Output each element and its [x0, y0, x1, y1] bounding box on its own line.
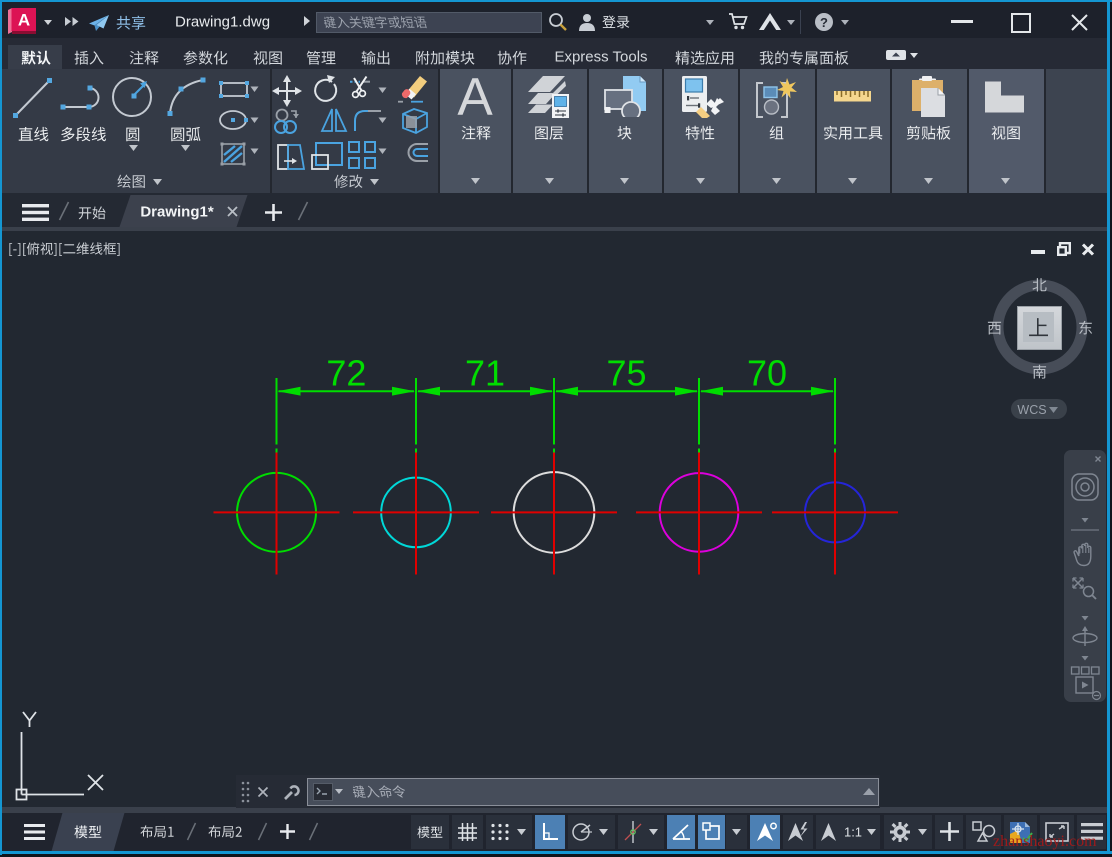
svg-text:72: 72 — [326, 353, 366, 394]
svg-text:75: 75 — [606, 353, 646, 394]
svg-text:70: 70 — [747, 353, 787, 394]
svg-text:71: 71 — [465, 353, 505, 394]
